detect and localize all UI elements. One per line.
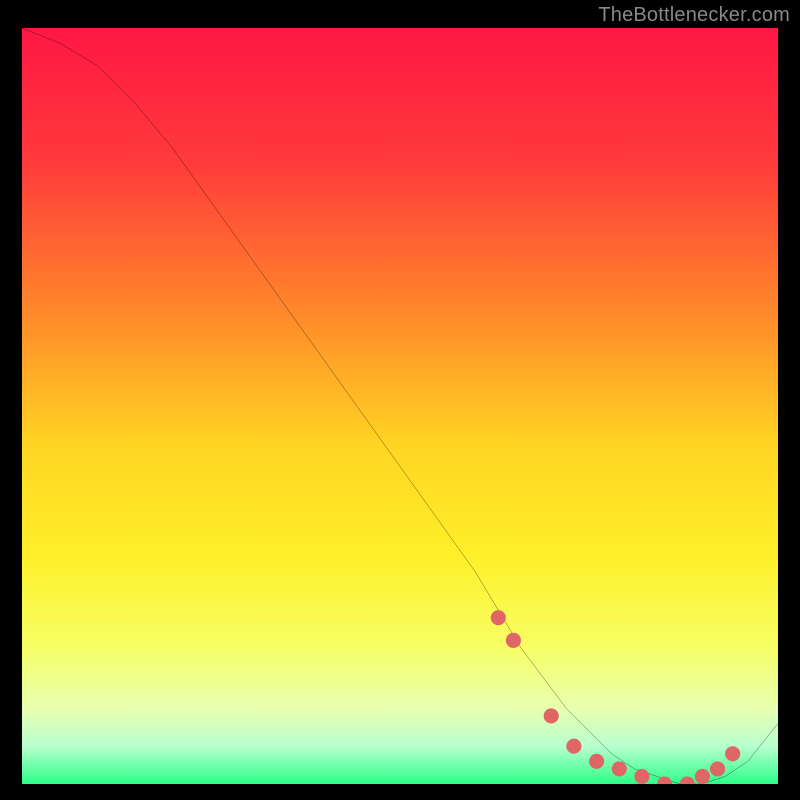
chart-frame: TheBottlenecker.com bbox=[0, 0, 800, 800]
marker-point bbox=[695, 769, 710, 784]
marker-point bbox=[725, 746, 740, 761]
chart-svg bbox=[22, 28, 778, 784]
gradient-rect bbox=[22, 28, 778, 784]
marker-point bbox=[491, 610, 506, 625]
attribution-text: TheBottlenecker.com bbox=[598, 4, 790, 27]
marker-point bbox=[506, 633, 521, 648]
marker-point bbox=[566, 739, 581, 754]
marker-point bbox=[589, 754, 604, 769]
marker-point bbox=[634, 769, 649, 784]
marker-point bbox=[710, 761, 725, 776]
marker-point bbox=[612, 761, 627, 776]
plot-area bbox=[22, 28, 778, 784]
marker-point bbox=[544, 708, 559, 723]
